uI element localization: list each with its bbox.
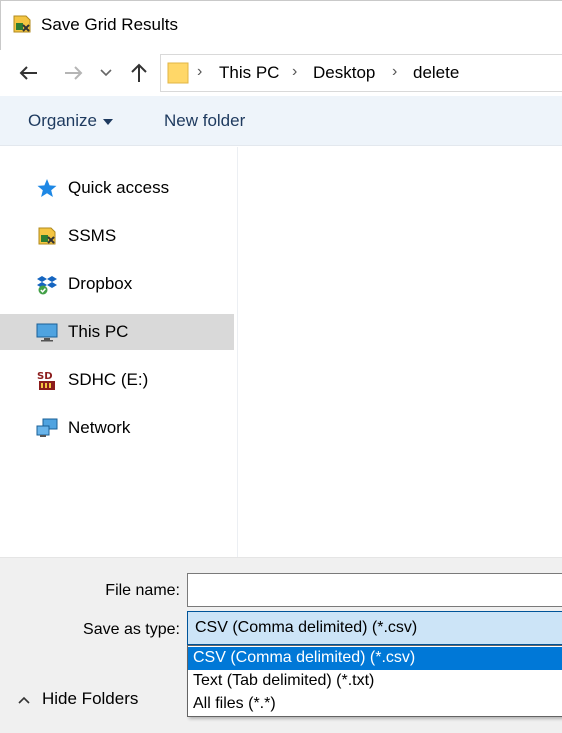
organize-button[interactable]: Organize [28, 111, 113, 131]
type-option-all[interactable]: All files (*.*) [188, 693, 562, 716]
recent-locations-button[interactable] [96, 60, 116, 86]
ssms-icon [13, 15, 31, 33]
sidebar-item-ssms[interactable]: SSMS [0, 218, 234, 254]
sidebar-item-label: SSMS [68, 226, 117, 245]
back-button[interactable] [16, 60, 42, 86]
sidebar-item-sdhc[interactable]: SD SDHC (E:) [0, 362, 234, 398]
sidebar-item-label: Network [68, 418, 131, 437]
save-as-type-select[interactable]: CSV (Comma delimited) (*.csv) [187, 611, 562, 645]
arrow-left-icon [19, 66, 37, 80]
ssms-icon [38, 227, 56, 245]
file-name-label: File name: [105, 582, 180, 599]
sidebar-item-network[interactable]: Network [0, 410, 234, 446]
title-bar: Save Grid Results [0, 0, 562, 50]
save-as-type-label: Save as type: [83, 621, 180, 638]
caret-down-icon [102, 118, 113, 125]
sidebar-item-this-pc[interactable]: This PC [0, 314, 234, 350]
folder-icon [167, 62, 189, 84]
navigation-pane: Quick access SSMS Dropbox This PC SD SDH… [0, 147, 238, 557]
network-icon [36, 418, 58, 437]
chevron-down-icon [100, 69, 112, 77]
hide-folders-label: Hide Folders [42, 689, 139, 708]
organize-label: Organize [28, 111, 97, 130]
chevron-right-icon: › [292, 63, 298, 80]
monitor-icon [36, 323, 58, 342]
arrow-right-icon [65, 66, 83, 80]
sidebar-item-label: Quick access [68, 178, 170, 197]
breadcrumb-desktop[interactable]: Desktop [313, 63, 375, 83]
sidebar-item-dropbox[interactable]: Dropbox [0, 266, 234, 302]
chevron-right-icon: › [392, 63, 398, 80]
sidebar-item-label: This PC [68, 322, 129, 341]
chevron-up-icon [18, 696, 30, 704]
save-as-type-dropdown: CSV (Comma delimited) (*.csv) Text (Tab … [187, 645, 562, 717]
star-icon [37, 179, 57, 197]
new-folder-button[interactable]: New folder [164, 111, 245, 131]
breadcrumb-this-pc[interactable]: This PC [219, 63, 279, 83]
arrow-up-icon [131, 63, 147, 82]
chevron-right-icon: › [197, 63, 203, 80]
file-list-area[interactable] [238, 147, 562, 557]
forward-button[interactable] [60, 60, 86, 86]
dropbox-icon [37, 276, 57, 295]
up-button[interactable] [126, 60, 152, 86]
sd-card-icon: SD [37, 371, 55, 390]
hide-folders-button[interactable]: Hide Folders [18, 689, 138, 709]
sidebar-item-label: Dropbox [68, 274, 133, 293]
type-option-csv[interactable]: CSV (Comma delimited) (*.csv) [188, 647, 562, 670]
svg-text:SD: SD [37, 371, 53, 382]
type-option-txt[interactable]: Text (Tab delimited) (*.txt) [188, 670, 562, 693]
sidebar-item-label: SDHC (E:) [68, 370, 149, 389]
file-name-input[interactable] [187, 573, 562, 607]
window-title: Save Grid Results [41, 15, 178, 34]
sidebar-item-quick-access[interactable]: Quick access [0, 170, 234, 206]
breadcrumb-delete[interactable]: delete [413, 63, 459, 83]
address-bar[interactable]: › This PC › Desktop › delete [160, 54, 562, 92]
command-bar: Organize New folder [0, 96, 562, 146]
